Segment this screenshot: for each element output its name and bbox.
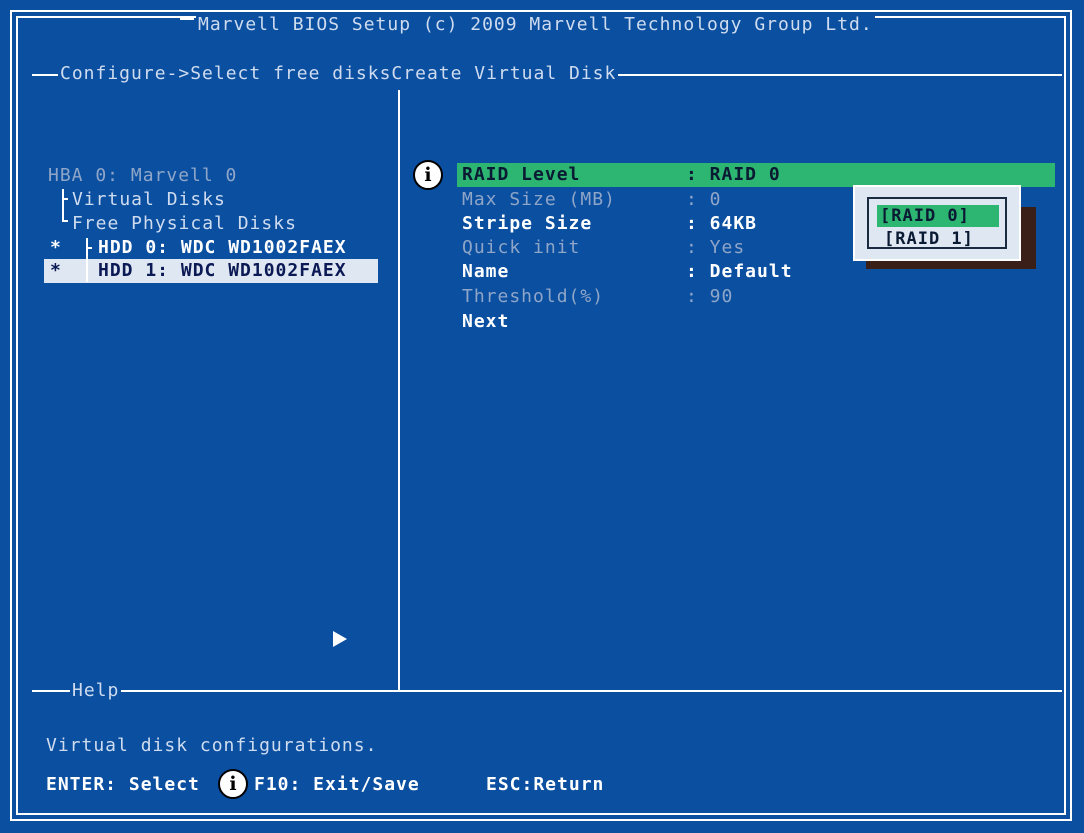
virtual-disks-node[interactable]: Virtual Disks bbox=[72, 188, 226, 212]
esc-key-hint: ESC:Return bbox=[486, 774, 605, 795]
inner-border bbox=[16, 16, 1066, 815]
tree-branch bbox=[62, 198, 68, 200]
tree-branch bbox=[86, 247, 92, 249]
stripe-size-label[interactable]: Stripe Size bbox=[462, 212, 592, 236]
threshold-label: Threshold(%) bbox=[462, 286, 605, 307]
title-rule-left bbox=[180, 18, 194, 20]
disk-marker: * bbox=[50, 260, 62, 281]
info-circle-icon: i bbox=[413, 160, 443, 190]
right-triangle-icon bbox=[333, 631, 347, 647]
f10-key-hint: F10: Exit/Save bbox=[254, 774, 420, 795]
info-circle-icon: i bbox=[218, 769, 248, 799]
enter-key-hint: ENTER: Select bbox=[46, 774, 200, 795]
name-value[interactable]: : Default bbox=[686, 260, 793, 284]
bios-title: Marvell BIOS Setup (c) 2009 Marvell Tech… bbox=[196, 13, 875, 37]
popup-option-raid1[interactable]: [RAID 1] bbox=[884, 228, 974, 250]
tree-line bbox=[86, 238, 88, 282]
popup-option-raid0[interactable]: [RAID 0] bbox=[880, 205, 970, 227]
name-label[interactable]: Name bbox=[462, 260, 509, 284]
tree-branch bbox=[62, 220, 68, 222]
threshold-value: : 90 bbox=[686, 286, 734, 307]
stripe-size-value[interactable]: : 64KB bbox=[686, 212, 757, 236]
panel-divider bbox=[398, 90, 400, 690]
help-divider bbox=[32, 690, 1062, 692]
max-size-label: Max Size (MB) bbox=[462, 189, 616, 210]
raid-level-value[interactable]: : RAID 0 bbox=[686, 163, 781, 187]
disk-marker: * bbox=[50, 237, 62, 258]
quick-init-label: Quick init bbox=[462, 237, 581, 258]
quick-init-value: : Yes bbox=[686, 237, 746, 258]
breadcrumb: Configure->Select free disksCreate Virtu… bbox=[58, 62, 619, 86]
hba-label: HBA 0: Marvell 0 bbox=[48, 165, 238, 186]
next-button[interactable]: Next bbox=[462, 310, 509, 334]
max-size-value: : 0 bbox=[686, 189, 722, 210]
disk-item-hdd0[interactable]: HDD 0: WDC WD1002FAEX bbox=[98, 236, 347, 260]
tree-line bbox=[62, 189, 64, 221]
raid-level-label[interactable]: RAID Level bbox=[462, 163, 580, 187]
help-title: Help bbox=[70, 679, 122, 703]
free-physical-disks-node[interactable]: Free Physical Disks bbox=[72, 212, 297, 236]
disk-item-hdd1[interactable]: HDD 1: WDC WD1002FAEX bbox=[98, 259, 347, 283]
help-text: Virtual disk configurations. bbox=[46, 735, 378, 756]
